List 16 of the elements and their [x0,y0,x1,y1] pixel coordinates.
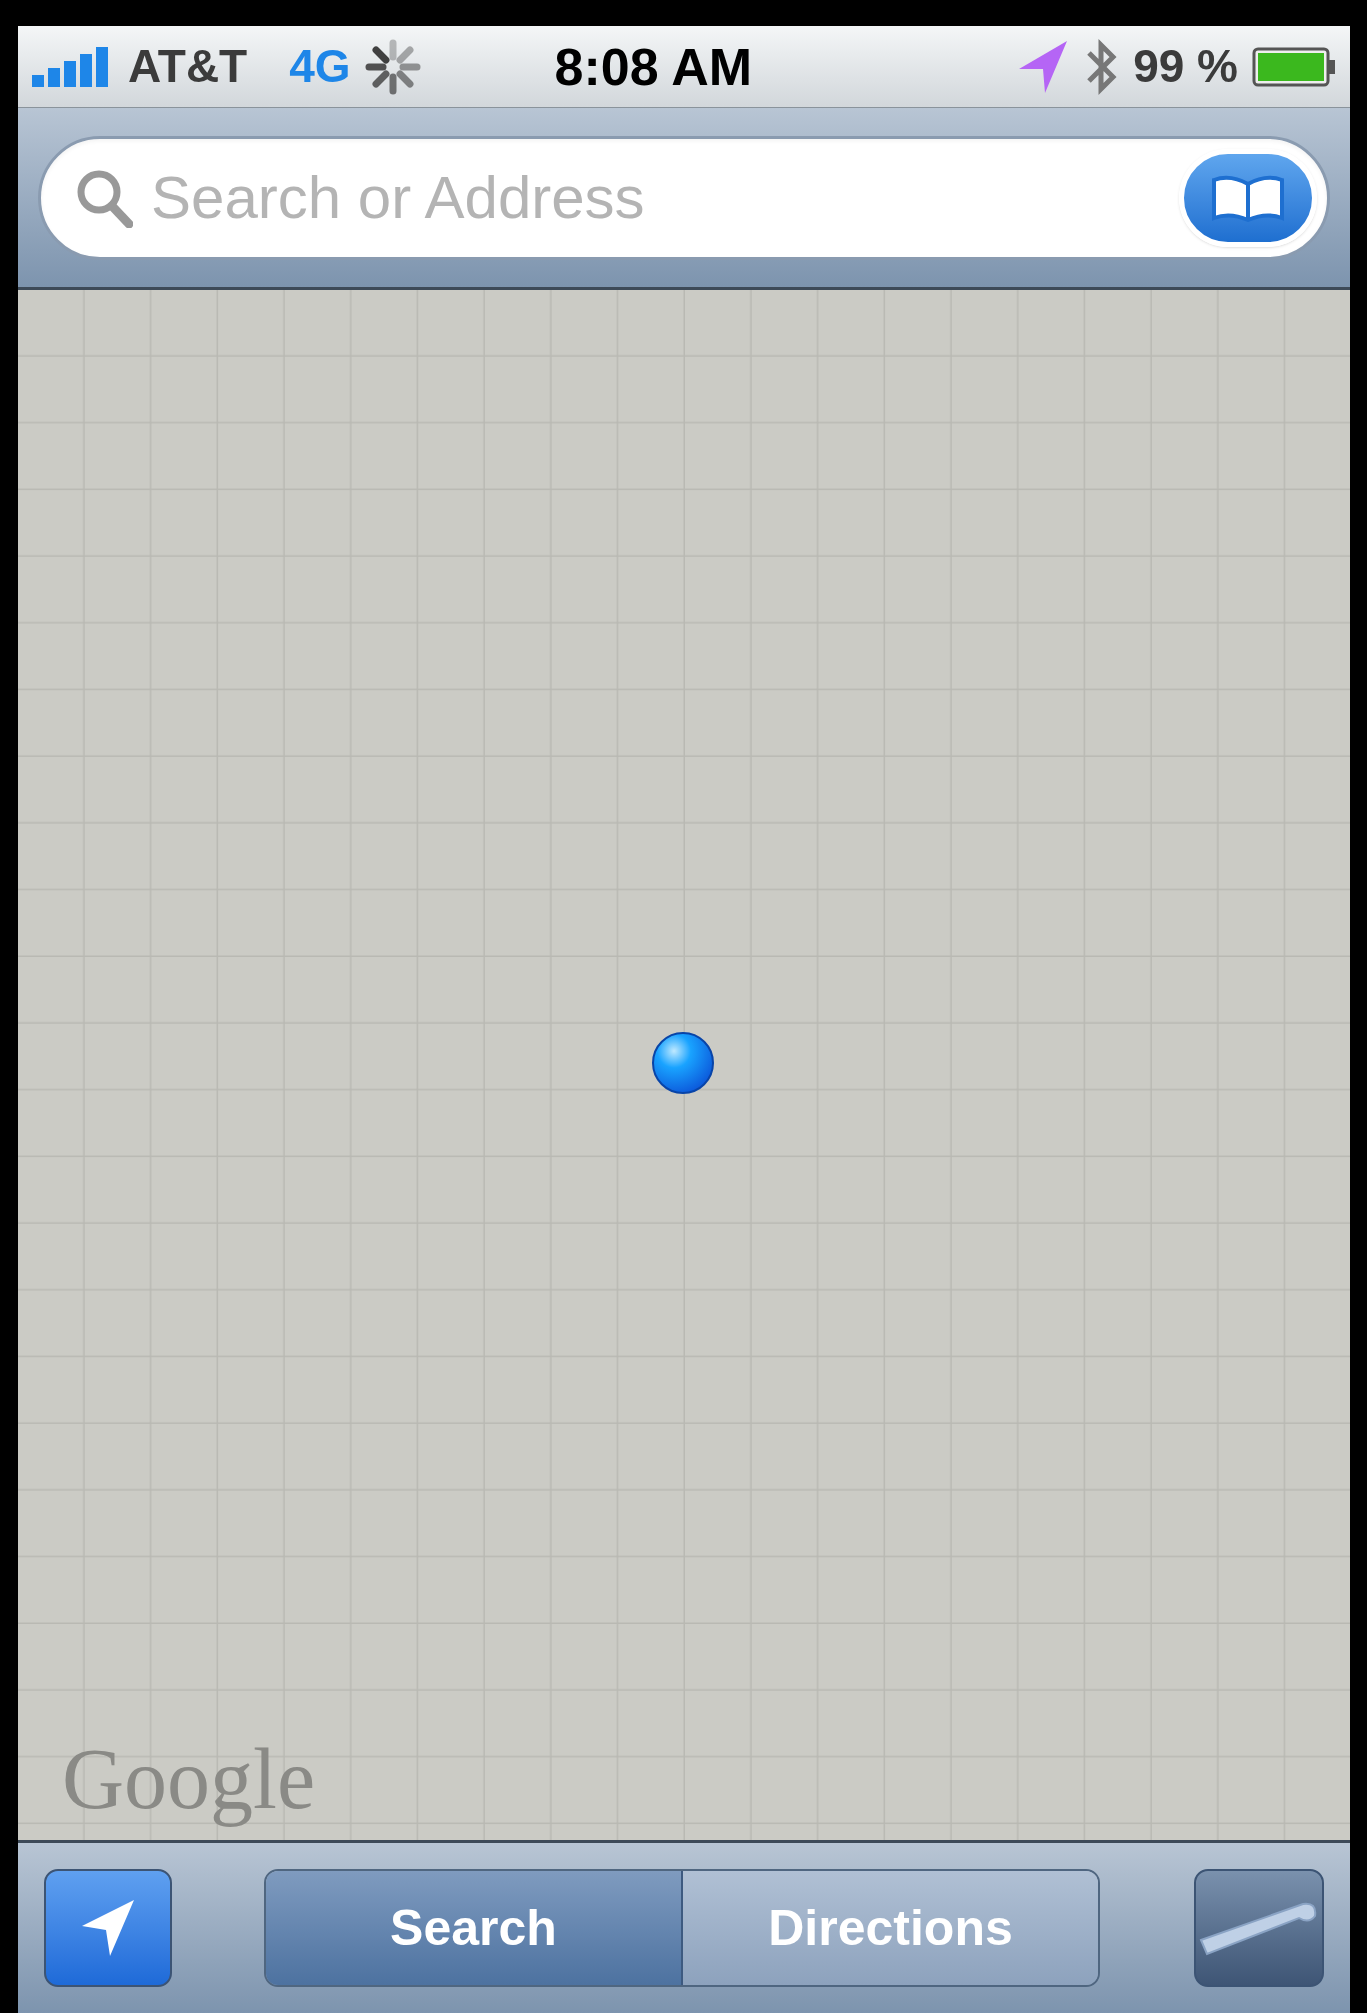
current-location-button[interactable] [44,1869,172,1987]
battery-icon [1252,46,1336,87]
segment-tab[interactable]: Search [266,1871,681,1985]
google-logo: Google [62,1730,316,1829]
search-input[interactable]: Search or Address [151,152,1161,243]
search-field[interactable]: Search or Address [38,135,1330,260]
activity-spinner-icon [364,38,421,95]
book-icon [1210,173,1286,222]
location-arrow-icon [1017,38,1070,95]
network-type: 4G [289,39,351,94]
location-dot [651,1031,715,1095]
carrier-name: AT&T [128,39,248,94]
segment-tab[interactable]: Directions [681,1871,1098,1985]
battery-percent: 99 % [1133,39,1238,94]
page-curl-button[interactable] [1194,1869,1324,1987]
clock-time: 8:08 AM [554,36,753,98]
